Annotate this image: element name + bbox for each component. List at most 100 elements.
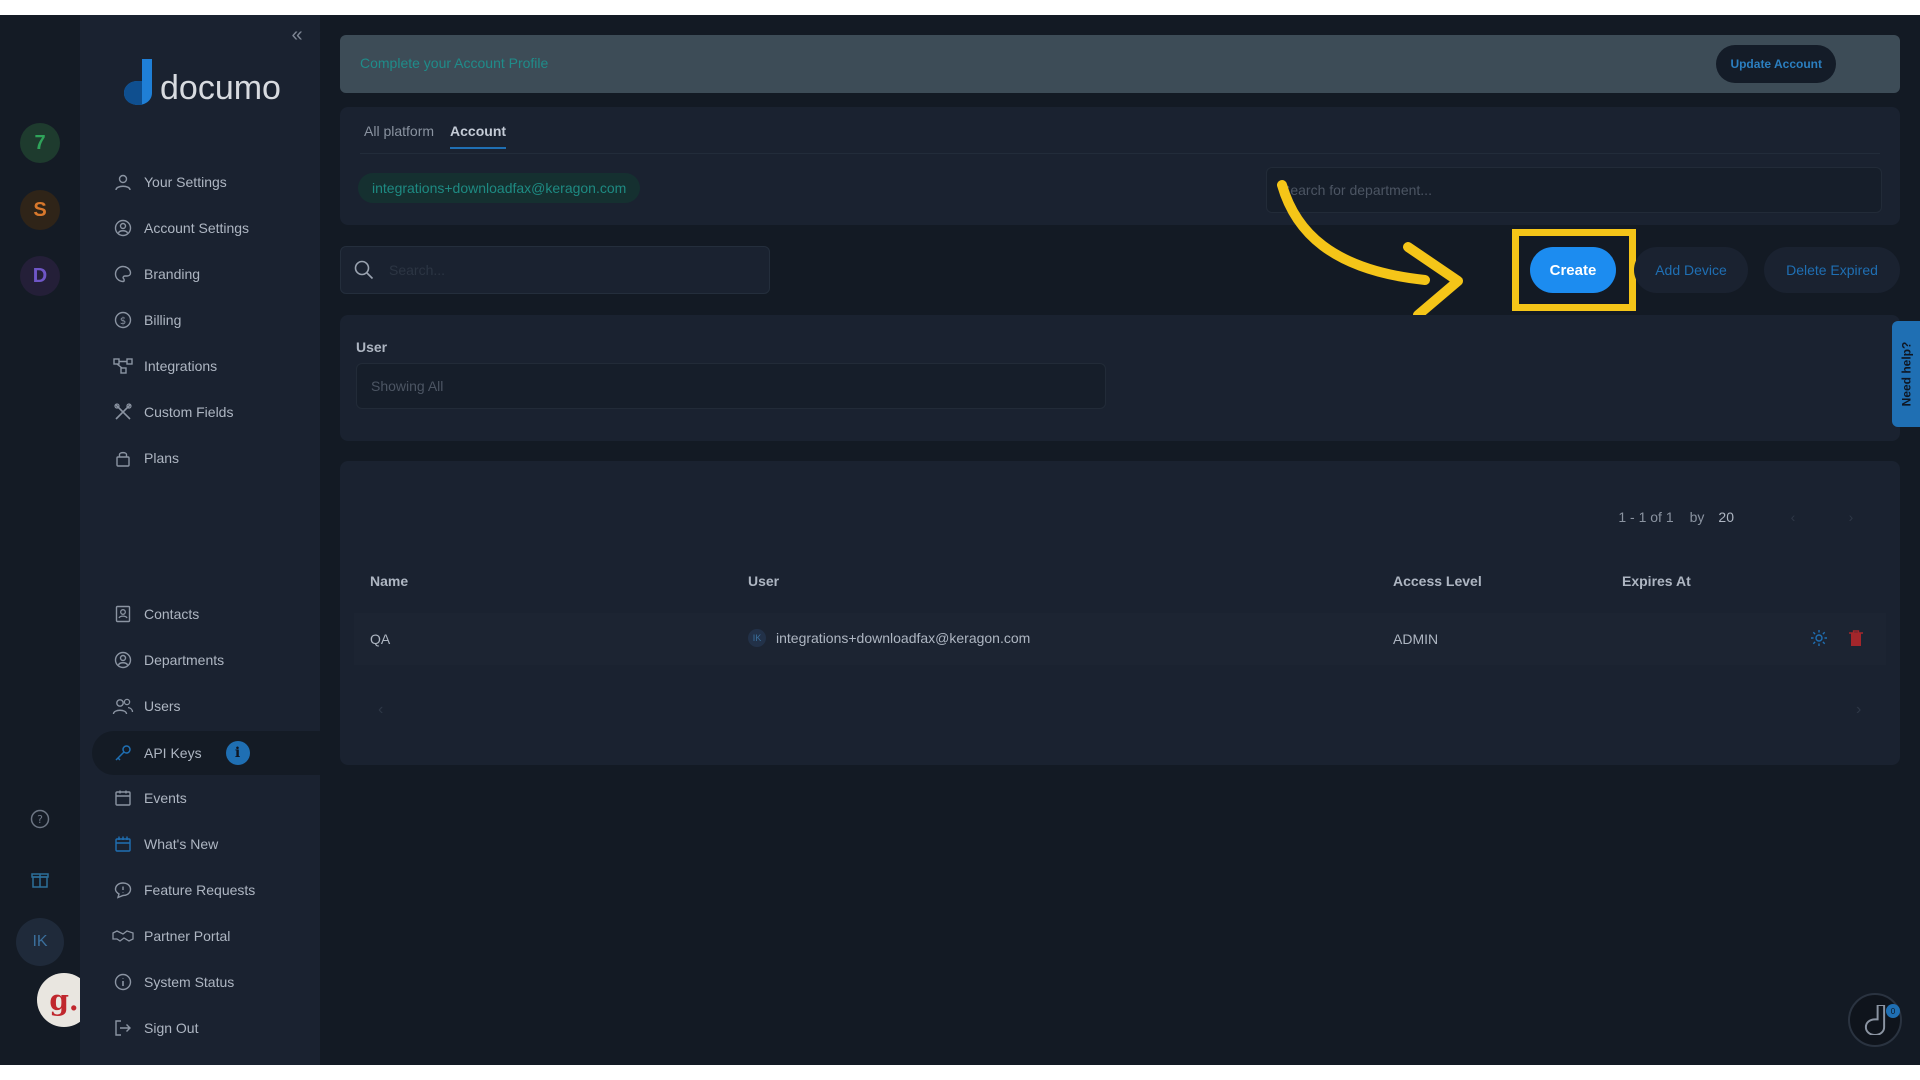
nav-billing[interactable]: $ Billing <box>92 298 320 342</box>
user-filter-label: User <box>356 339 388 355</box>
chat-notification-badge: 0 <box>1886 1004 1900 1018</box>
info-icon <box>112 971 134 993</box>
contacts-icon <box>112 603 134 625</box>
logo-text: documo <box>160 69 281 107</box>
user-filter-select[interactable]: Showing All <box>356 363 1106 409</box>
api-keys-table-panel: 1 - 1 of 1 by 20 ‹ › Name User Access Le… <box>340 461 1900 765</box>
pagination-by: by <box>1689 509 1705 525</box>
delete-expired-button[interactable]: Delete Expired <box>1764 247 1900 293</box>
banner-text: Complete your Account Profile <box>360 55 549 71</box>
nav-label: Plans <box>144 450 180 466</box>
user-icon <box>112 171 134 193</box>
nav-partner-portal[interactable]: Partner Portal <box>92 914 320 958</box>
search-input[interactable]: Search... <box>340 246 770 294</box>
add-device-button[interactable]: Add Device <box>1634 247 1748 293</box>
nav-label: Branding <box>144 266 201 282</box>
nav-integrations[interactable]: Integrations <box>92 344 320 388</box>
chat-bubble-icon <box>112 879 134 901</box>
nav-your-settings[interactable]: Your Settings <box>92 160 320 204</box>
trash-icon[interactable] <box>1848 629 1866 647</box>
pagination-range: 1 - 1 of 1 <box>1618 509 1674 525</box>
account-chip[interactable]: integrations+downloadfax@keragon.com <box>358 173 641 203</box>
account-panel: All platform Account integrations+downlo… <box>340 107 1900 225</box>
nav-label: Events <box>144 790 187 806</box>
nav-label: Contacts <box>144 606 200 622</box>
nav-system-status[interactable]: System Status <box>92 960 320 1004</box>
cell-name: QA <box>370 631 391 647</box>
calendar-icon <box>112 787 134 809</box>
tab-all-platform[interactable]: All platform <box>364 123 434 149</box>
table-row[interactable]: QA IK integrations+downloadfax@keragon.c… <box>354 613 1886 665</box>
app-purple-icon[interactable]: D <box>20 256 60 296</box>
palette-icon <box>112 263 134 285</box>
nav-label: Feature Requests <box>144 882 256 898</box>
need-help-tab[interactable]: Need help? <box>1892 321 1920 427</box>
info-icon[interactable]: i <box>225 741 250 765</box>
per-page-select[interactable]: 20 <box>1718 509 1734 525</box>
nav-events[interactable]: Events <box>92 776 320 820</box>
nav-feature-requests[interactable]: Feature Requests <box>92 868 320 912</box>
departments-icon <box>112 649 134 671</box>
nav-departments[interactable]: Departments <box>92 638 320 682</box>
svg-text:?: ? <box>37 813 43 826</box>
divider <box>360 153 1880 154</box>
account-icon <box>112 217 134 239</box>
annotation-arrow-icon <box>1277 180 1463 320</box>
chevron-right-icon[interactable]: › <box>1842 509 1860 525</box>
chat-launcher-button[interactable] <box>1848 993 1902 1047</box>
chevron-left-icon[interactable]: ‹ <box>378 701 383 719</box>
nav-label: System Status <box>144 974 235 990</box>
collapse-sidebar-icon[interactable]: « <box>285 23 309 47</box>
chevron-left-icon[interactable]: ‹ <box>1784 509 1802 525</box>
cell-access-level: ADMIN <box>1393 631 1439 647</box>
tab-account[interactable]: Account <box>450 123 507 149</box>
cell-user-email: integrations+downloadfax@keragon.com <box>776 630 1031 646</box>
create-button[interactable]: Create <box>1530 247 1616 293</box>
column-header-name[interactable]: Name <box>370 573 408 589</box>
tools-icon <box>112 401 134 423</box>
table-header: Name User Access Level Expires At <box>340 573 1900 597</box>
news-icon <box>112 833 134 855</box>
app-orange-icon[interactable]: S <box>20 190 60 230</box>
sidebar: « documo Your Settings Account Settings … <box>80 15 320 1065</box>
column-header-user[interactable]: User <box>748 573 779 589</box>
tab-bar: All platform Account <box>364 123 507 149</box>
nav-label: Integrations <box>144 358 218 374</box>
gift-icon[interactable] <box>28 867 52 891</box>
user-initials-avatar[interactable]: IK <box>16 918 64 966</box>
nav-label: Users <box>144 698 181 714</box>
column-header-access-level[interactable]: Access Level <box>1393 573 1482 589</box>
documo-logo-icon <box>120 59 156 105</box>
nav-sign-out[interactable]: Sign Out <box>92 1006 320 1050</box>
nav-label: Billing <box>144 312 182 328</box>
user-avatar: IK <box>748 629 766 647</box>
nav-account-settings[interactable]: Account Settings <box>92 206 320 250</box>
nav-label: Your Settings <box>144 174 227 190</box>
nav-label: Custom Fields <box>144 404 234 420</box>
nav-users[interactable]: Users <box>92 684 320 728</box>
gear-icon[interactable] <box>1810 629 1828 647</box>
app-rail: 7 S D ? IK g. 1 <box>0 15 100 1065</box>
nav-label: Departments <box>144 652 225 668</box>
app-screen: 7 S D ? IK g. 1 « documo Your Settings A… <box>0 15 1920 1065</box>
dollar-icon: $ <box>112 309 134 331</box>
help-icon[interactable]: ? <box>28 807 52 831</box>
nav-branding[interactable]: Branding <box>92 252 320 296</box>
update-account-button[interactable]: Update Account <box>1716 45 1836 83</box>
column-header-expires-at[interactable]: Expires At <box>1622 573 1691 589</box>
nav-label: API Keys <box>144 745 202 761</box>
nav-label: Account Settings <box>144 220 250 236</box>
profile-banner: Complete your Account Profile Update Acc… <box>340 35 1900 93</box>
users-icon <box>112 695 134 717</box>
lock-icon <box>112 447 134 469</box>
nav-label: What's New <box>144 836 219 852</box>
nav-custom-fields[interactable]: Custom Fields <box>92 390 320 434</box>
search-icon <box>353 259 377 283</box>
nav-plans[interactable]: Plans <box>92 436 320 480</box>
need-help-label: Need help? <box>1899 341 1913 407</box>
chevron-right-icon[interactable]: › <box>1856 701 1861 719</box>
nav-whats-new[interactable]: What's New <box>92 822 320 866</box>
app-green-icon[interactable]: 7 <box>20 123 60 163</box>
nav-contacts[interactable]: Contacts <box>92 592 320 636</box>
nav-api-keys[interactable]: API Keys i <box>92 731 320 775</box>
